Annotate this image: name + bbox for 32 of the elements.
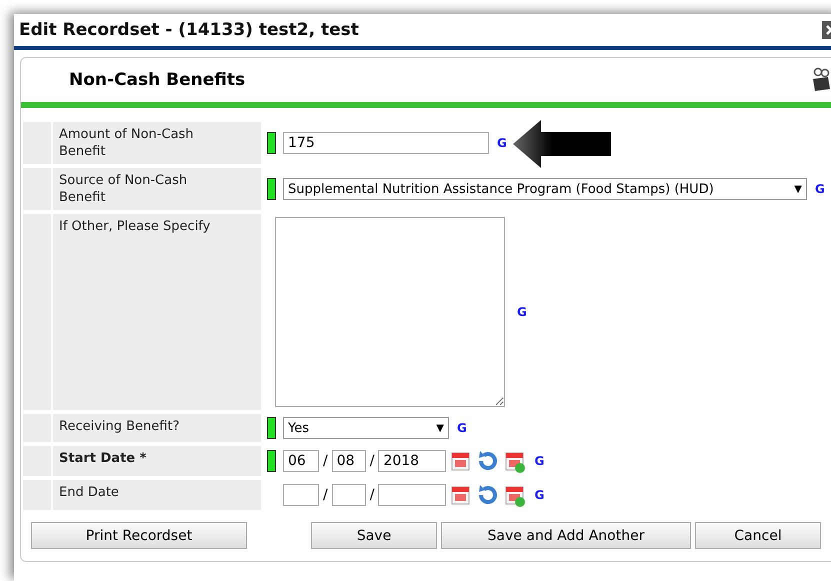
day-field[interactable]: 08 <box>332 450 366 472</box>
window-title: Edit Recordset - (14133) test2, test <box>19 20 359 40</box>
date-separator: / <box>370 487 374 503</box>
dropdown[interactable]: Supplemental Nutrition Assistance Program (Food Stamps) (HUD) ▼ <box>283 178 807 200</box>
field-label: Amount of Non-Cash Benefit <box>53 122 261 164</box>
g-link[interactable]: G <box>534 488 544 502</box>
action-button[interactable]: Save <box>311 522 437 549</box>
field-label: Source of Non-Cash Benefit <box>53 168 261 210</box>
field-label: End Date <box>53 480 261 510</box>
section-title: Non-Cash Benefits <box>69 70 246 90</box>
date-separator: / <box>370 453 374 469</box>
day-field[interactable] <box>332 484 366 506</box>
field-label: Receiving Benefit? <box>53 414 261 442</box>
month-field[interactable] <box>283 484 319 506</box>
field-label: Start Date * <box>53 446 261 476</box>
g-link[interactable]: G <box>534 454 544 468</box>
g-link[interactable]: G <box>815 182 825 196</box>
field-label: If Other, Please Specify <box>53 214 261 410</box>
year-field[interactable]: 2018 <box>378 450 446 472</box>
date-separator: / <box>323 453 328 469</box>
action-button[interactable]: Cancel <box>695 522 821 549</box>
month-field[interactable]: 06 <box>283 450 319 472</box>
g-link[interactable]: G <box>497 136 507 150</box>
g-link[interactable]: G <box>517 305 527 319</box>
year-field[interactable] <box>378 484 446 506</box>
g-link[interactable]: G <box>457 421 467 435</box>
amount-field[interactable]: 175 <box>283 132 489 154</box>
dropdown[interactable]: Yes ▼ <box>283 417 449 439</box>
action-button[interactable]: Print Recordset <box>31 522 247 549</box>
date-separator: / <box>323 487 328 503</box>
action-button[interactable]: Save and Add Another <box>441 522 691 549</box>
binder-clip-icon[interactable] <box>811 67 831 93</box>
